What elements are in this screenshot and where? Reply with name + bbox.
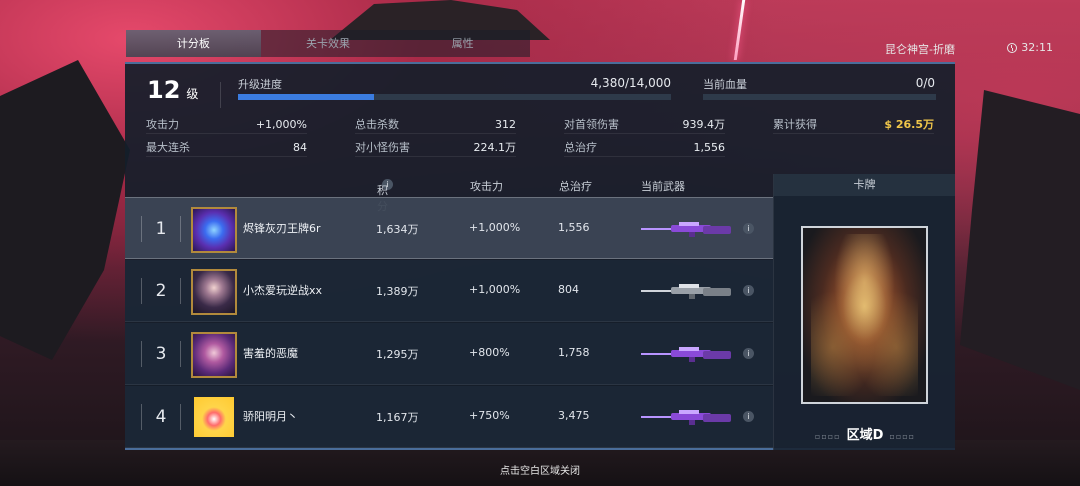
stat-max-streak: 最大连杀 84 <box>146 139 307 157</box>
player-row[interactable]: 2 小杰爱玩逆战xx 1,389万 +1,000% 804 i <box>125 260 773 322</box>
player-name: 害羞的恶魔 <box>243 347 298 360</box>
weapon-info-icon[interactable]: i <box>743 285 754 296</box>
player-rank: 2 <box>141 278 181 304</box>
stat-value: $ 26.5万 <box>884 118 934 131</box>
divider <box>220 82 221 108</box>
stat-label: 累计获得 <box>773 118 817 131</box>
player-heal: 3,475 <box>558 409 590 422</box>
card-decor: ▫▫▫▫ <box>814 432 841 441</box>
stat-value: 84 <box>293 141 307 154</box>
header-heal: 总治疗 <box>559 180 592 193</box>
card-name-label: 区域D <box>846 428 884 443</box>
scoreboard-header: 积分i 攻击力 总治疗 当前武器 <box>125 174 773 213</box>
player-level: 12 级 <box>147 76 198 104</box>
sniper-rifle-icon <box>641 220 733 238</box>
player-name: 骄阳明月丶 <box>243 410 298 423</box>
stat-boss-damage: 对首领伤害 939.4万 <box>564 116 725 134</box>
player-heal: 804 <box>558 283 579 296</box>
scoreboard-tabs: 计分板 关卡效果 属性 <box>126 30 531 57</box>
weapon-info-icon[interactable]: i <box>743 348 754 359</box>
stat-label: 攻击力 <box>146 118 179 131</box>
background-rock <box>0 60 130 360</box>
stat-value: +1,000% <box>255 118 307 131</box>
scoreboard-panel: 12 级 升级进度 4,380/14,000 当前血量 0/0 攻击力 +1,0… <box>125 62 955 450</box>
header-weapon: 当前武器 <box>641 180 685 193</box>
progress-label: 升级进度 <box>238 78 282 91</box>
level-progress-bar <box>238 94 671 100</box>
player-attack: +800% <box>469 346 510 359</box>
hp-label: 当前血量 <box>703 78 747 91</box>
stat-label: 对首领伤害 <box>564 118 619 131</box>
hp-value: 0/0 <box>915 76 935 90</box>
stat-mob-damage: 对小怪伤害 224.1万 <box>355 139 516 157</box>
player-row[interactable]: 3 害羞的恶魔 1,295万 +800% 1,758 i <box>125 323 773 385</box>
player-score: 1,634万 <box>376 223 419 236</box>
player-score: 1,167万 <box>376 411 419 424</box>
avatar[interactable] <box>191 207 237 253</box>
stat-value: 1,556 <box>693 141 726 154</box>
player-heal: 1,758 <box>558 346 590 359</box>
card-image[interactable] <box>801 226 928 404</box>
player-score: 1,389万 <box>376 285 419 298</box>
timer-value: 32:11 <box>1021 41 1053 54</box>
match-timer: 32:11 <box>1007 41 1053 54</box>
tab-stage-effects[interactable]: 关卡效果 <box>260 30 396 57</box>
player-name: 烬锋灰刃王牌6r <box>243 222 321 235</box>
header-score: 积分i <box>377 178 393 213</box>
stat-label: 总击杀数 <box>355 118 399 131</box>
sniper-rifle-icon <box>641 408 733 426</box>
card-header: 卡牌 <box>774 174 955 196</box>
stat-attack: 攻击力 +1,000% <box>146 116 307 134</box>
stat-total-heal: 总治疗 1,556 <box>564 139 725 157</box>
weapon-info-icon[interactable]: i <box>743 411 754 422</box>
card-name: ▫▫▫▫ 区域D ▫▫▫▫ <box>774 424 956 443</box>
background-rock <box>960 90 1080 390</box>
player-rank: 1 <box>141 216 181 242</box>
player-row[interactable]: 1 烬锋灰刃王牌6r 1,634万 +1,000% 1,556 i <box>125 197 773 259</box>
map-location: 昆仑神宫-折磨 <box>885 43 955 56</box>
avatar[interactable] <box>194 397 234 437</box>
sniper-rifle-icon <box>641 345 733 363</box>
player-name: 小杰爱玩逆战xx <box>243 284 323 297</box>
stat-label: 最大连杀 <box>146 141 190 154</box>
card-decor: ▫▫▫▫ <box>889 432 916 441</box>
level-number: 12 <box>147 76 181 104</box>
stat-label: 总治疗 <box>564 141 597 154</box>
avatar[interactable] <box>191 332 237 378</box>
header-attack: 攻击力 <box>470 180 503 193</box>
player-heal: 1,556 <box>558 221 590 234</box>
player-rank: 3 <box>141 341 181 367</box>
stat-value: 312 <box>495 118 516 131</box>
close-hint[interactable]: 点击空白区域关闭 <box>0 462 1080 477</box>
weapon-info-icon[interactable]: i <box>743 223 754 234</box>
stat-value: 939.4万 <box>682 118 726 131</box>
level-unit: 级 <box>186 87 199 101</box>
card-panel: 卡牌 ▫▫▫▫ 区域D ▫▫▫▫ <box>773 174 955 450</box>
lightning-effect <box>733 0 746 60</box>
clock-icon <box>1007 42 1018 53</box>
player-attack: +750% <box>469 409 510 422</box>
stat-label: 对小怪伤害 <box>355 141 410 154</box>
stat-total-earned: 累计获得 $ 26.5万 <box>773 116 934 134</box>
progress-value: 4,380/14,000 <box>590 76 671 90</box>
player-score: 1,295万 <box>376 348 419 361</box>
stat-value: 224.1万 <box>473 141 517 154</box>
level-progress-fill <box>238 94 374 100</box>
stat-total-kills: 总击杀数 312 <box>355 116 516 134</box>
hp-bar <box>703 94 936 100</box>
player-row[interactable]: 4 骄阳明月丶 1,167万 +750% 3,475 i <box>125 386 773 448</box>
tab-attributes[interactable]: 属性 <box>395 30 531 57</box>
tab-scoreboard[interactable]: 计分板 <box>126 30 261 57</box>
sniper-rifle-icon <box>641 282 733 300</box>
player-summary: 12 级 升级进度 4,380/14,000 当前血量 0/0 攻击力 +1,0… <box>125 64 955 172</box>
player-rank: 4 <box>141 404 181 430</box>
player-attack: +1,000% <box>469 221 521 234</box>
player-attack: +1,000% <box>469 283 521 296</box>
avatar[interactable] <box>191 269 237 315</box>
